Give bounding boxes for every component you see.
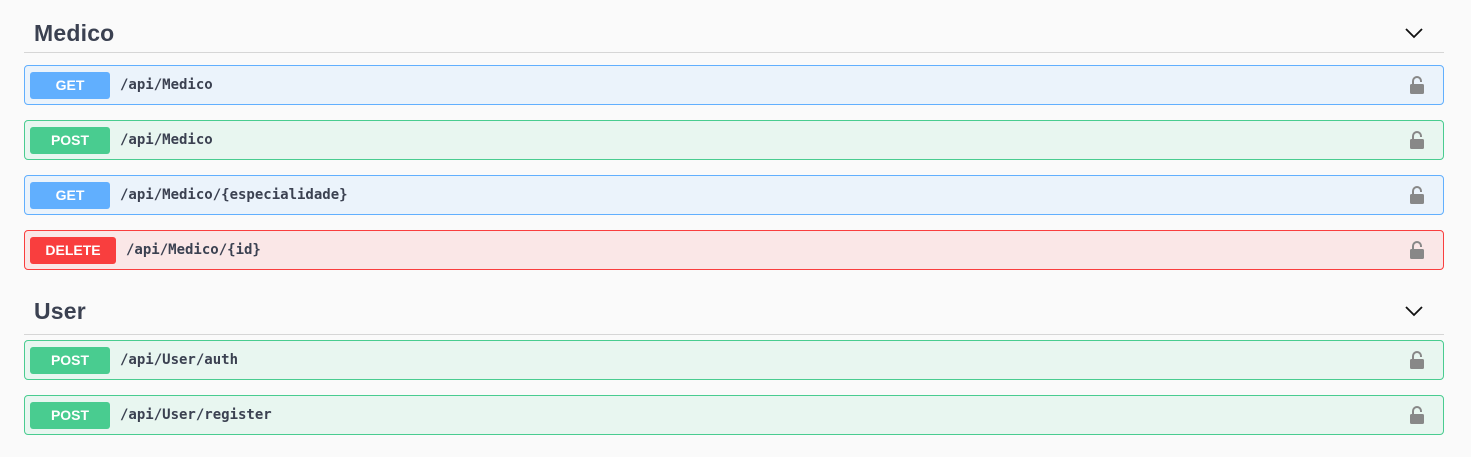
operation-row[interactable]: POST /api/User/auth	[24, 340, 1444, 380]
section-medico: Medico	[24, 14, 1444, 53]
operation-path: /api/User/register	[120, 407, 272, 423]
operation-wrap: DELETE /api/Medico/{id}	[24, 230, 1444, 270]
operation-path: /api/User/auth	[120, 352, 239, 368]
operation-row[interactable]: POST /api/User/register	[24, 395, 1444, 435]
operation-path: /api/Medico	[120, 132, 213, 148]
operation-list-medico: GET /api/Medico	[24, 65, 1444, 105]
operation-path: /api/Medico	[120, 77, 213, 93]
section-user: User	[24, 289, 1444, 335]
lock-icon[interactable]	[1409, 405, 1425, 425]
lock-icon[interactable]	[1409, 185, 1425, 205]
lock-icon[interactable]	[1409, 240, 1425, 260]
operation-path: /api/Medico/{especialidade}	[120, 187, 348, 203]
section-title: Medico	[34, 19, 115, 46]
method-badge: POST	[30, 401, 110, 429]
operation-path: /api/Medico/{id}	[126, 242, 261, 258]
operation-list-user: POST /api/User/auth	[24, 340, 1444, 380]
chevron-down-icon[interactable]	[1404, 23, 1424, 43]
lock-icon[interactable]	[1409, 75, 1425, 95]
operation-row[interactable]: DELETE /api/Medico/{id}	[24, 230, 1444, 270]
operation-row[interactable]: GET /api/Medico	[24, 65, 1444, 105]
operation-wrap: POST /api/User/register	[24, 395, 1444, 435]
operation-row[interactable]: POST /api/Medico	[24, 120, 1444, 160]
section-title: User	[34, 298, 86, 324]
section-header-user[interactable]: User	[24, 289, 1444, 335]
lock-icon[interactable]	[1409, 350, 1425, 370]
method-badge: POST	[30, 346, 110, 374]
section-header-medico[interactable]: Medico	[24, 14, 1444, 53]
method-badge: GET	[30, 71, 110, 99]
method-badge: GET	[30, 181, 110, 209]
operation-wrap: GET /api/Medico/{especialidade}	[24, 175, 1444, 215]
operation-wrap: POST /api/Medico	[24, 120, 1444, 160]
method-badge: POST	[30, 126, 110, 154]
method-badge: DELETE	[30, 236, 116, 264]
lock-icon[interactable]	[1409, 130, 1425, 150]
chevron-down-icon[interactable]	[1404, 302, 1424, 322]
operation-row[interactable]: GET /api/Medico/{especialidade}	[24, 175, 1444, 215]
